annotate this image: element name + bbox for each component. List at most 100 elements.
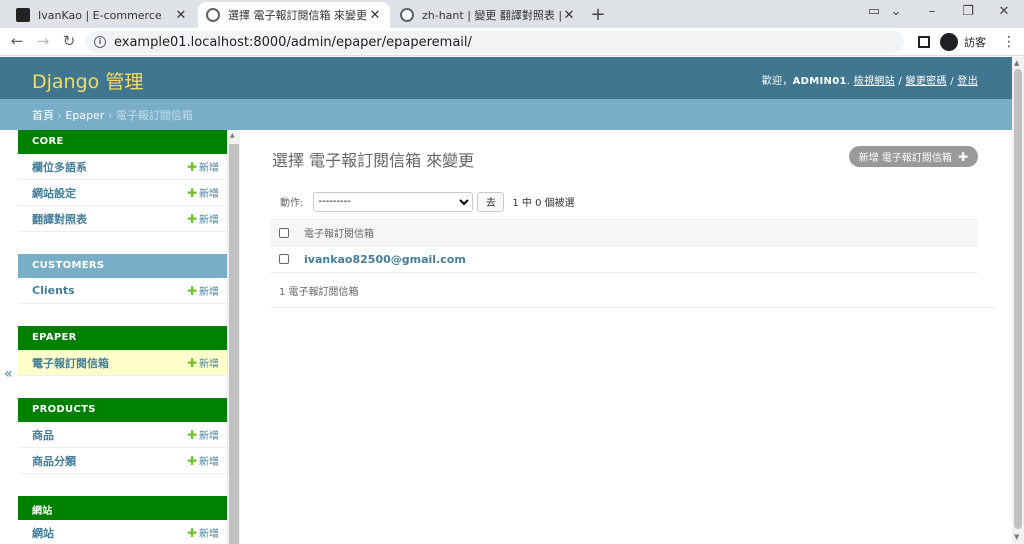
close-window-button[interactable]: ✕	[994, 4, 1014, 19]
tab-search-icon[interactable]: ▭	[864, 4, 884, 19]
view-site-link[interactable]: 檢視網站	[854, 76, 895, 87]
actions-bar: 動作: --------- 去 1 中 0 個被選	[270, 189, 978, 214]
browser-menu-icon[interactable]: ⋮	[1002, 34, 1016, 50]
scroll-down-icon[interactable]: ▼	[1014, 533, 1019, 541]
collapse-sidebar-button[interactable]: «	[4, 366, 13, 382]
profile-button[interactable]: 訪客	[938, 31, 992, 53]
globe-icon	[400, 8, 414, 22]
column-header-email[interactable]: 電子報訂閱信箱	[304, 225, 374, 240]
module-caption-customers[interactable]: CUSTOMERS	[18, 254, 227, 278]
browser-tab-epaper[interactable]: 選擇 電子報訂閱信箱 來變更 | Dj ✕	[198, 2, 390, 28]
plus-icon: ✚	[186, 160, 197, 174]
module-caption-sites[interactable]: 網站	[18, 496, 227, 520]
add-link[interactable]: ✚ 新增	[187, 427, 219, 442]
add-link[interactable]: ✚ 新增	[187, 355, 219, 370]
maximize-button[interactable]: ❐	[958, 4, 978, 19]
site-info-icon[interactable]: i	[94, 36, 106, 48]
add-link[interactable]: ✚ 新增	[187, 159, 219, 174]
sidebar-item-field-i18n: 欄位多語系 ✚ 新增	[18, 154, 227, 180]
module-caption-core[interactable]: CORE	[18, 130, 227, 154]
welcome-text: 歡迎，	[761, 76, 793, 87]
url-text[interactable]: example01.localhost:8000/admin/epaper/ep…	[114, 35, 472, 50]
side-panel-icon[interactable]	[918, 36, 930, 48]
reload-icon[interactable]: ↻	[60, 32, 78, 50]
globe-icon	[206, 8, 220, 22]
browser-tab-bar: IvanKao | E-commerce ✕ 選擇 電子報訂閱信箱 來變更 | …	[0, 0, 1024, 28]
module-products: PRODUCTS 商品 ✚ 新增 商品分類 ✚ 新增	[18, 398, 227, 474]
add-link[interactable]: ✚ 新增	[187, 185, 219, 200]
page-scrollbar[interactable]: ▲ ▼	[1012, 57, 1024, 544]
go-button[interactable]: 去	[477, 191, 505, 212]
sidebar-scroll-thumb[interactable]	[229, 144, 239, 544]
add-label: 新增	[199, 215, 219, 226]
sidebar-item-label[interactable]: 網站	[32, 525, 54, 541]
add-link[interactable]: ✚ 新增	[187, 283, 219, 298]
avatar-icon	[940, 33, 958, 51]
site-branding[interactable]: Django 管理	[32, 67, 143, 94]
breadcrumb-home[interactable]: 首頁	[32, 109, 54, 122]
add-link[interactable]: ✚ 新增	[187, 453, 219, 468]
sidebar-item-label[interactable]: 欄位多語系	[32, 159, 87, 175]
breadcrumb-separator: ›	[54, 109, 66, 122]
nav-sidebar: CORE 欄位多語系 ✚ 新增 網站設定 ✚ 新增 翻譯對照表 ✚ 新增 CUSTOM…	[18, 130, 228, 544]
plus-icon: ✚	[957, 149, 968, 164]
close-tab-icon[interactable]: ✕	[562, 8, 576, 23]
add-epaper-email-button[interactable]: 新增 電子報訂閱信箱 ✚	[848, 146, 978, 167]
plus-icon: ✚	[186, 212, 197, 226]
sidebar-item-label[interactable]: 網站設定	[32, 185, 76, 201]
sidebar-item-label[interactable]: 商品分類	[32, 453, 76, 469]
admin-header: Django 管理 歡迎，ADMIN01. 檢視網站 / 變更密碼 / 登出	[0, 57, 1012, 99]
action-select[interactable]: ---------	[313, 191, 474, 212]
address-bar[interactable]: i example01.localhost:8000/admin/epaper/…	[86, 31, 904, 53]
add-label: 新增	[199, 431, 219, 442]
page-scroll-thumb[interactable]	[1014, 69, 1022, 529]
select-all-checkbox[interactable]	[279, 227, 289, 238]
address-toolbar: ← → ↻ i example01.localhost:8000/admin/e…	[0, 28, 1024, 56]
logout-link[interactable]: 登出	[957, 76, 978, 87]
add-link[interactable]: ✚ 新增	[187, 211, 219, 226]
sidebar-scrollbar[interactable]: ▲	[228, 130, 240, 544]
new-tab-button[interactable]: +	[588, 4, 608, 25]
breadcrumb-current: 電子報訂閱信箱	[115, 109, 193, 122]
browser-tab-ecommerce[interactable]: IvanKao | E-commerce ✕	[8, 2, 196, 28]
sidebar-item-label[interactable]: 商品	[32, 427, 54, 443]
table-row: ivankao82500@gmail.com	[270, 246, 978, 273]
breadcrumb-separator: ›	[104, 109, 116, 122]
add-label: 新增	[199, 189, 219, 200]
sidebar-item-label[interactable]: 電子報訂閱信箱	[32, 355, 109, 371]
sidebar-item-clients: Clients ✚ 新增	[18, 278, 227, 304]
sidebar-item-translations: 翻譯對照表 ✚ 新增	[18, 206, 227, 232]
row-checkbox[interactable]	[279, 254, 289, 264]
add-label: 新增	[199, 529, 219, 540]
minimize-button[interactable]: –	[922, 4, 942, 19]
add-link[interactable]: ✚ 新增	[187, 525, 219, 540]
main-content: 選擇 電子報訂閱信箱 來變更 新增 電子報訂閱信箱 ✚ 動作: --------…	[270, 130, 996, 544]
sidebar-item-label[interactable]: 翻譯對照表	[32, 211, 87, 227]
change-password-link[interactable]: 變更密碼	[906, 76, 947, 87]
module-core: CORE 欄位多語系 ✚ 新增 網站設定 ✚ 新增 翻譯對照表 ✚ 新增	[18, 130, 227, 232]
add-button-label: 新增 電子報訂閱信箱	[858, 153, 952, 164]
email-link[interactable]: ivankao82500@gmail.com	[304, 253, 466, 266]
plus-icon: ✚	[186, 454, 197, 468]
scroll-up-icon[interactable]: ▲	[1014, 59, 1019, 67]
close-tab-icon[interactable]: ✕	[174, 8, 188, 23]
close-tab-icon[interactable]: ✕	[368, 8, 382, 23]
sidebar-item-sites: 網站 ✚ 新增	[18, 520, 227, 544]
browser-tab-translation[interactable]: zh-hant | 變更 翻譯對照表 | Djan ✕	[392, 2, 584, 28]
module-sites: 網站 網站 ✚ 新增	[18, 496, 227, 544]
back-arrow-icon[interactable]: ←	[8, 32, 26, 50]
sidebar-item-products: 商品 ✚ 新增	[18, 422, 227, 448]
actions-label: 動作:	[280, 198, 304, 209]
module-caption-epaper[interactable]: EPAPER	[18, 326, 227, 350]
forward-arrow-icon[interactable]: →	[34, 32, 52, 50]
tab-title: IvanKao | E-commerce	[38, 8, 162, 22]
module-caption-products[interactable]: PRODUCTS	[18, 398, 227, 422]
separator: /	[946, 76, 958, 87]
sidebar-item-label[interactable]: Clients	[32, 284, 75, 297]
plus-icon: ✚	[186, 428, 197, 442]
chevron-down-icon[interactable]: ⌄	[886, 4, 906, 19]
username: ADMIN01	[792, 76, 847, 87]
scroll-up-icon[interactable]: ▲	[230, 132, 235, 139]
breadcrumb-app[interactable]: Epaper	[65, 109, 104, 122]
add-label: 新增	[199, 287, 219, 298]
